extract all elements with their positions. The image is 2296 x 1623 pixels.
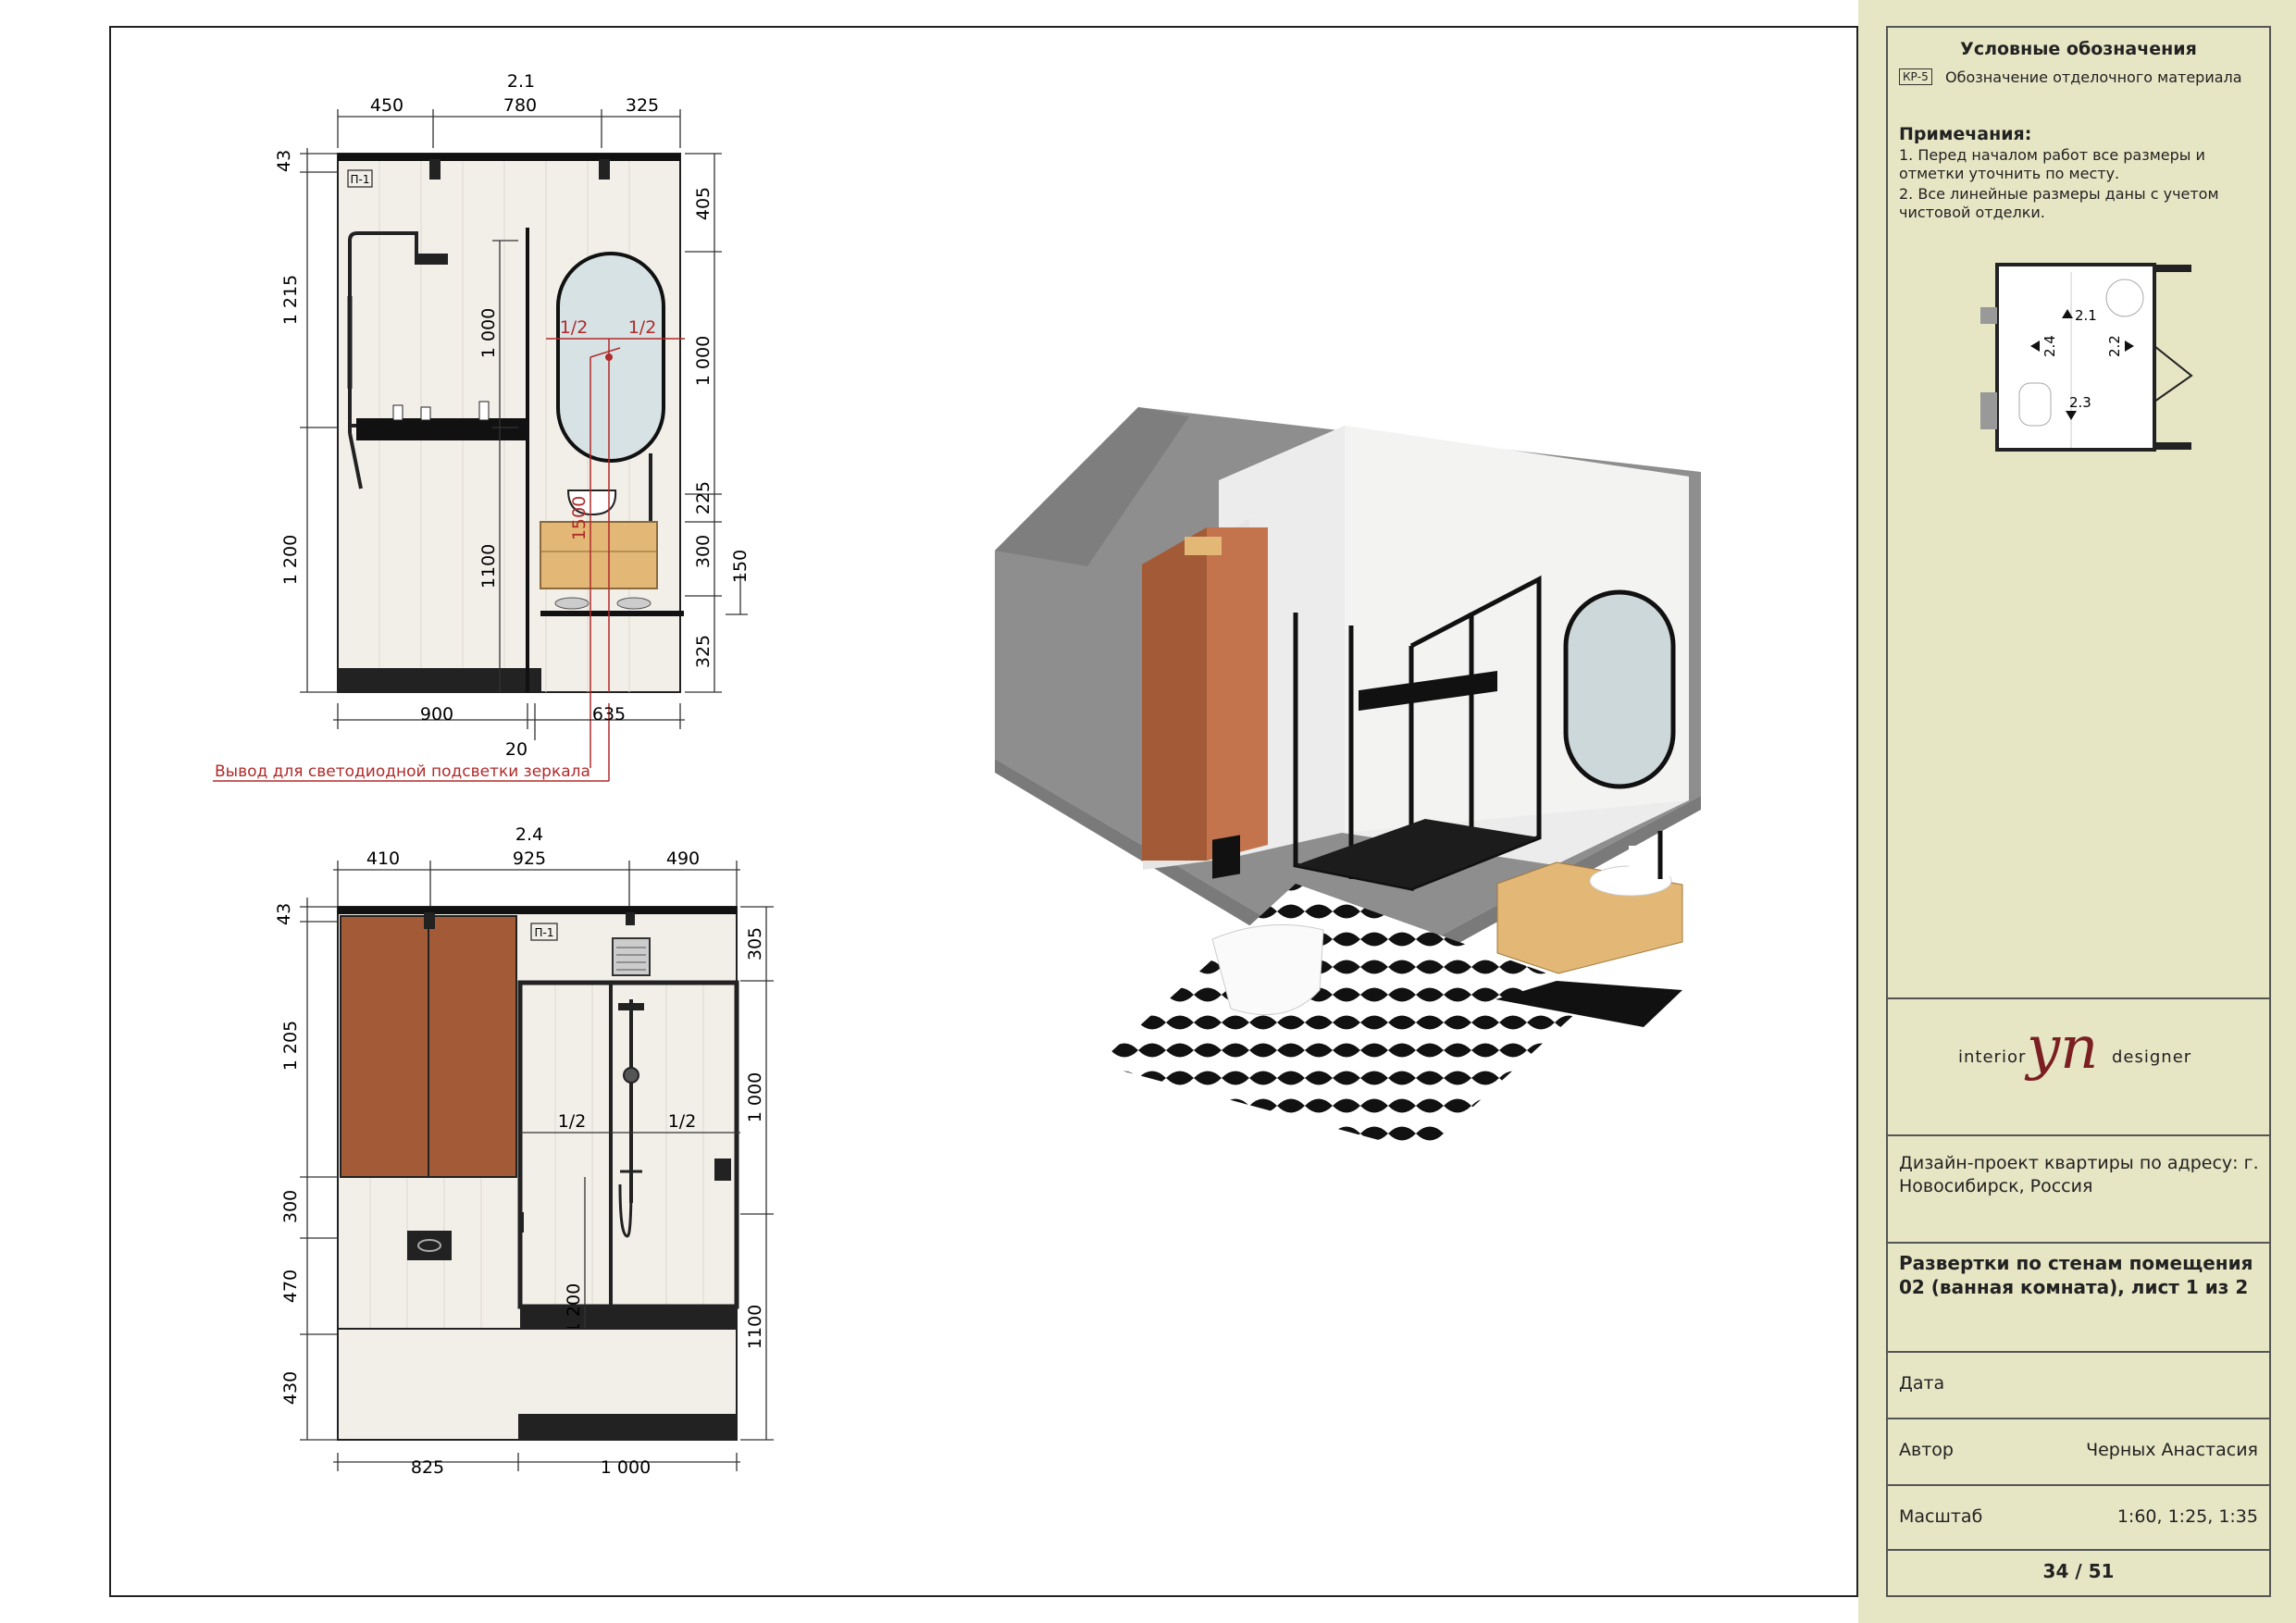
dim-bottom-3: 20 xyxy=(505,739,527,760)
note-1: 1. Перед началом работ все размеры и отм… xyxy=(1899,146,2205,182)
material-tag: П-1 xyxy=(535,926,554,939)
author-label: Автор xyxy=(1899,1440,1954,1460)
elevation-2-1: 2.1 450 780 325 П-1 43 1 215 1 200 1 000… xyxy=(213,71,751,782)
mirror-3d xyxy=(1563,589,1676,789)
dim-right-3: 225 xyxy=(693,481,714,514)
logo-cell: interior yn designer xyxy=(1888,997,2269,1136)
dim-left-2: 1 215 xyxy=(280,275,301,325)
dim-right-1: 405 xyxy=(693,187,714,220)
date-cell xyxy=(1888,1351,2269,1418)
dim-left-4: 470 xyxy=(280,1270,301,1303)
half-mark-1: 1/2 xyxy=(558,1111,587,1132)
dim-right-4: 300 xyxy=(693,535,714,568)
shower-shelf xyxy=(356,418,527,440)
dim-left-1: 43 xyxy=(274,903,294,925)
dim-top-2: 780 xyxy=(503,95,537,116)
key-plan: 2.1 2.4 2.2 2.3 xyxy=(1953,254,2212,476)
dim-inner-1: 1 200 xyxy=(564,1283,584,1333)
note-2: 2. Все линейные размеры даны с учетом чи… xyxy=(1899,185,2219,221)
dim-inner-3: 1500 xyxy=(569,496,590,540)
half-mark-1: 1/2 xyxy=(560,317,589,338)
elevation-title: 2.1 xyxy=(507,71,535,92)
dim-right-6: 150 xyxy=(730,550,751,583)
scale-value: 1:60, 1:25, 1:35 xyxy=(2116,1506,2258,1527)
vanity-cabinet xyxy=(540,521,658,589)
dim-top-3: 325 xyxy=(626,95,659,116)
title-block: Условные обозначения КР-5 Обозначение от… xyxy=(1886,26,2271,1597)
dim-top-3: 490 xyxy=(666,849,700,869)
half-mark-2: 1/2 xyxy=(668,1111,697,1132)
dim-right-1: 305 xyxy=(745,927,765,960)
scale-label: Масштаб xyxy=(1899,1506,1983,1527)
sheet-title: Развертки по стенам помещения 02 (ванная… xyxy=(1899,1252,2253,1298)
logo-left-text: interior xyxy=(1958,1047,2027,1067)
author-value: Черных Анастасия xyxy=(2086,1440,2258,1460)
date-label: Дата xyxy=(1899,1373,1945,1394)
dim-left-3: 1 200 xyxy=(280,535,301,585)
flush-plate xyxy=(407,1231,452,1260)
dim-left-5: 430 xyxy=(280,1371,301,1405)
keyplan-label-2: 2.4 xyxy=(2042,335,2058,357)
dim-bottom-2: 635 xyxy=(592,704,626,725)
page-number: 34 / 51 xyxy=(2042,1560,2115,1582)
isometric-bathroom-view xyxy=(995,407,1701,1152)
logo-right-text: designer xyxy=(2112,1047,2192,1067)
dim-right-5: 325 xyxy=(693,635,714,668)
keyplan-label-4: 2.3 xyxy=(2069,394,2091,411)
elevation-2-4: 2.4 410 925 490 П-1 1/2 1/2 1 200 43 1 2… xyxy=(274,824,774,1478)
dim-inner-2: 1100 xyxy=(478,544,499,588)
elevation-title: 2.4 xyxy=(515,824,543,845)
dim-left-1: 43 xyxy=(274,150,294,172)
dim-top-2: 925 xyxy=(513,849,546,869)
project-address: Дизайн-проект квартиры по адресу: г. Нов… xyxy=(1899,1153,2259,1196)
legend-title: Условные обозначения xyxy=(1960,39,2197,59)
legend-text: Обозначение отделочного материала xyxy=(1945,68,2242,86)
half-mark-2: 1/2 xyxy=(628,317,657,338)
logo-mark: yn xyxy=(2027,1014,2099,1083)
material-tag: П-1 xyxy=(351,173,370,186)
dim-bottom-2: 1 000 xyxy=(601,1457,651,1478)
keyplan-label-1: 2.1 xyxy=(2075,307,2097,324)
notes-title: Примечания: xyxy=(1899,124,2032,144)
dim-right-2: 1 000 xyxy=(745,1072,765,1122)
dim-top-1: 410 xyxy=(366,849,400,869)
legend-code: КР-5 xyxy=(1899,68,1932,85)
dim-inner-1: 1 000 xyxy=(478,308,499,358)
led-note: Вывод для светодиодной подсветки зеркала xyxy=(215,762,590,781)
dim-bottom-1: 900 xyxy=(420,704,453,725)
dim-right-3: 1100 xyxy=(745,1305,765,1349)
dim-right-2: 1 000 xyxy=(693,336,714,386)
dim-bottom-1: 825 xyxy=(411,1457,444,1478)
toilet-3d xyxy=(1211,923,1324,1016)
dim-top-1: 450 xyxy=(370,95,403,116)
dim-left-3: 300 xyxy=(280,1190,301,1223)
dim-left-2: 1 205 xyxy=(280,1021,301,1071)
keyplan-label-3: 2.2 xyxy=(2106,335,2123,357)
